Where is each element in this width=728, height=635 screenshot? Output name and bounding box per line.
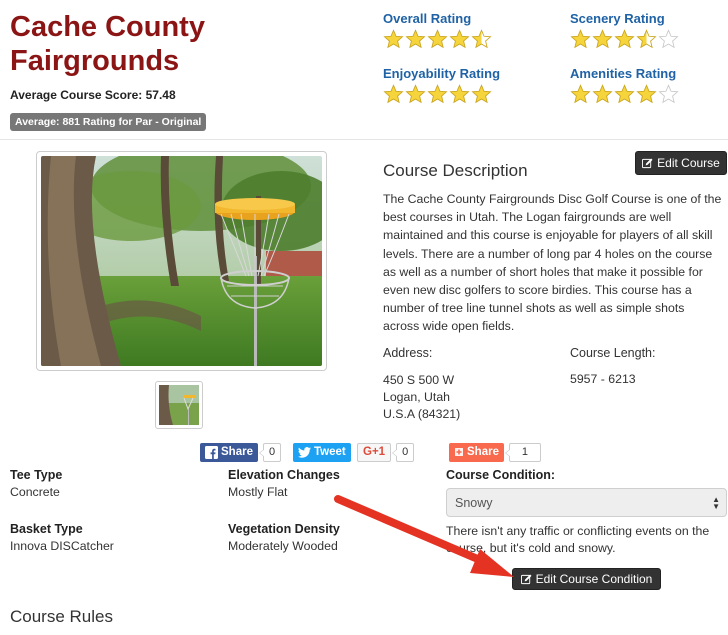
course-condition-label: Course Condition:	[446, 468, 556, 482]
star-full-icon	[614, 84, 635, 104]
star-full-icon	[570, 84, 591, 104]
course-condition-note: There isn't any traffic or conflicting e…	[446, 524, 710, 555]
course-rules-heading: Course Rules	[10, 607, 113, 626]
overall-rating-stars	[383, 29, 492, 50]
tweet-label: Tweet	[314, 446, 346, 458]
google-plus-share: G+1 0	[357, 442, 415, 462]
star-half-icon	[471, 29, 492, 49]
par-rating-badge: Average: 881 Rating for Par - Original	[10, 113, 207, 131]
basket-type-value: Innova DISCatcher	[10, 539, 114, 553]
facebook-share: Share 0	[200, 442, 282, 462]
elevation-changes-value: Mostly Flat	[228, 485, 288, 499]
address-line-1: 450 S 500 W	[383, 373, 455, 387]
address-line-3: U.S.A (84321)	[383, 407, 461, 421]
address-value: 450 S 500 W Logan, Utah U.S.A (84321)	[383, 372, 460, 423]
course-description-text: The Cache County Fairgrounds Disc Golf C…	[383, 192, 722, 334]
edit-icon	[520, 573, 532, 584]
google-plus-one-button[interactable]: G+1	[357, 442, 392, 462]
facebook-share-count: 0	[258, 442, 282, 462]
header-divider	[0, 139, 728, 140]
course-length-label: Course Length:	[570, 346, 656, 360]
edit-course-condition-label: Edit Course Condition	[535, 572, 653, 586]
amenities-rating-stars	[570, 84, 679, 105]
facebook-share-label: Share	[221, 446, 253, 458]
addthis-share-button[interactable]: Share	[449, 442, 504, 462]
facebook-icon	[205, 445, 218, 459]
star-half-icon	[636, 29, 657, 49]
star-full-icon	[570, 29, 591, 49]
scenery-rating-label: Scenery Rating	[570, 11, 665, 26]
scenery-rating: Scenery Rating	[570, 11, 679, 50]
scenery-rating-stars	[570, 29, 679, 50]
star-full-icon	[471, 84, 492, 104]
tee-type-value: Concrete	[10, 485, 60, 499]
plus-icon	[455, 448, 463, 456]
vegetation-density-value: Moderately Wooded	[228, 539, 338, 553]
course-condition-selected: Snowy	[455, 495, 493, 510]
google-plus-count: 0	[392, 442, 415, 462]
addthis-share: Share 1	[449, 442, 541, 462]
twitter-bird-icon	[298, 446, 311, 458]
star-full-icon	[427, 84, 448, 104]
tee-type-label: Tee Type	[10, 468, 63, 482]
edit-course-label: Edit Course	[657, 156, 720, 170]
vegetation-density-label: Vegetation Density	[228, 522, 340, 536]
star-full-icon	[636, 84, 657, 104]
address-label: Address:	[383, 346, 433, 360]
enjoyability-rating-stars	[383, 84, 500, 105]
course-description-heading: Course Description	[383, 161, 528, 180]
course-photo-thumbnail[interactable]	[155, 381, 203, 429]
edit-icon	[642, 157, 653, 168]
star-full-icon	[614, 29, 635, 49]
star-full-icon	[383, 84, 404, 104]
addthis-share-label: Share	[467, 446, 499, 458]
course-condition-select[interactable]: Snowy ▲ ▼	[446, 488, 727, 517]
course-photo[interactable]	[36, 151, 327, 371]
overall-rating-label: Overall Rating	[383, 11, 472, 26]
star-empty-icon	[658, 84, 679, 104]
star-full-icon	[449, 29, 470, 49]
edit-course-button[interactable]: Edit Course	[635, 151, 727, 175]
star-full-icon	[383, 29, 404, 49]
course-length-value: 5957 - 6213	[570, 372, 636, 386]
disc-golf-basket-photo	[41, 156, 322, 366]
star-full-icon	[405, 29, 426, 49]
facebook-share-button[interactable]: Share	[200, 442, 258, 462]
addthis-share-count: 1	[504, 442, 541, 462]
star-empty-icon	[658, 29, 679, 49]
twitter-share: Tweet	[293, 442, 351, 462]
address-line-2: Logan, Utah	[383, 390, 451, 404]
edit-course-condition-button[interactable]: Edit Course Condition	[512, 568, 661, 590]
select-arrows-icon: ▲ ▼	[712, 495, 720, 511]
star-full-icon	[592, 84, 613, 104]
amenities-rating: Amenities Rating	[570, 66, 679, 105]
elevation-changes-label: Elevation Changes	[228, 468, 340, 482]
course-title: Cache County Fairgrounds	[10, 11, 205, 77]
thumbnail-image	[159, 385, 199, 425]
enjoyability-rating: Enjoyability Rating	[383, 66, 500, 105]
star-full-icon	[405, 84, 426, 104]
star-full-icon	[449, 84, 470, 104]
star-full-icon	[427, 29, 448, 49]
tweet-button[interactable]: Tweet	[293, 442, 351, 462]
basket-type-label: Basket Type	[10, 522, 83, 536]
overall-rating: Overall Rating	[383, 11, 492, 50]
enjoyability-rating-label: Enjoyability Rating	[383, 66, 501, 81]
average-course-score: Average Course Score: 57.48	[10, 88, 176, 102]
star-full-icon	[592, 29, 613, 49]
amenities-rating-label: Amenities Rating	[570, 66, 677, 81]
